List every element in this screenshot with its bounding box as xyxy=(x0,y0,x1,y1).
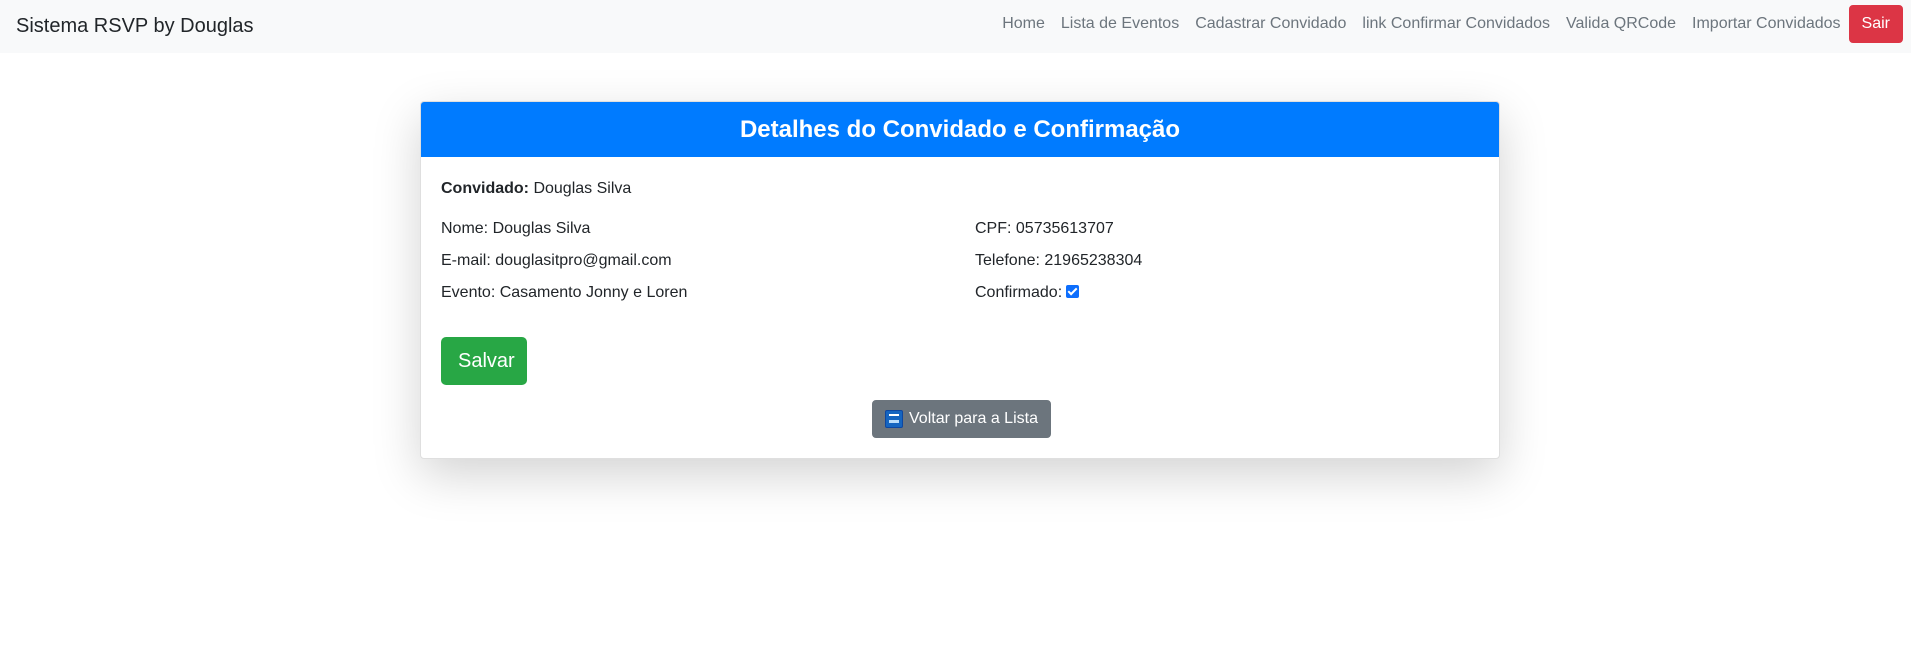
confirmado-label: Confirmado: xyxy=(975,284,1063,301)
field-email: E-mail: douglasitpro@gmail.com xyxy=(441,252,672,269)
guest-details-card: Detalhes do Convidado e Confirmação Conv… xyxy=(420,101,1500,459)
field-telefone: Telefone: 21965238304 xyxy=(975,252,1143,269)
nav-link-lista-eventos[interactable]: Lista de Eventos xyxy=(1053,12,1187,36)
field-confirmado: Confirmado: xyxy=(975,281,1479,305)
card-title: Detalhes do Convidado e Confirmação xyxy=(739,115,1181,143)
field-cpf: CPF: 05735613707 xyxy=(975,220,1114,237)
card-header: Detalhes do Convidado e Confirmação xyxy=(421,102,1499,157)
navbar: Sistema RSVP by Douglas Home Lista de Ev… xyxy=(0,0,1911,53)
back-icon xyxy=(885,410,903,428)
nav-link-confirmar-convidados[interactable]: link Confirmar Convidados xyxy=(1354,12,1558,36)
guest-name: Douglas Silva xyxy=(533,180,632,197)
logout-button[interactable]: Sair xyxy=(1848,5,1903,43)
navbar-brand[interactable]: Sistema RSVP by Douglas xyxy=(16,12,254,40)
back-to-list-button[interactable]: Voltar para a Lista xyxy=(872,400,1051,438)
nav-link-valida-qrcode[interactable]: Valida QRCode xyxy=(1558,12,1684,36)
field-evento: Evento: Casamento Jonny e Loren xyxy=(441,284,688,301)
field-nome: Nome: Douglas Silva xyxy=(441,220,591,237)
back-to-list-label: Voltar para a Lista xyxy=(909,410,1038,427)
save-button[interactable]: Salvar xyxy=(441,337,527,385)
nav-link-cadastrar-convidado[interactable]: Cadastrar Convidado xyxy=(1187,12,1354,36)
confirmado-checkbox[interactable] xyxy=(1066,285,1080,298)
nav-links: Home Lista de Eventos Cadastrar Convidad… xyxy=(994,5,1903,43)
card-body: Convidado: Douglas Silva Nome: Douglas S… xyxy=(421,157,1499,438)
guest-fields: Nome: Douglas Silva CPF: 05735613707 E-m… xyxy=(441,217,1479,305)
nav-link-home[interactable]: Home xyxy=(994,12,1053,36)
guest-line: Convidado: Douglas Silva xyxy=(441,177,1479,201)
guest-label: Convidado: xyxy=(441,180,529,197)
nav-link-importar-convidados[interactable]: Importar Convidados xyxy=(1684,12,1849,36)
